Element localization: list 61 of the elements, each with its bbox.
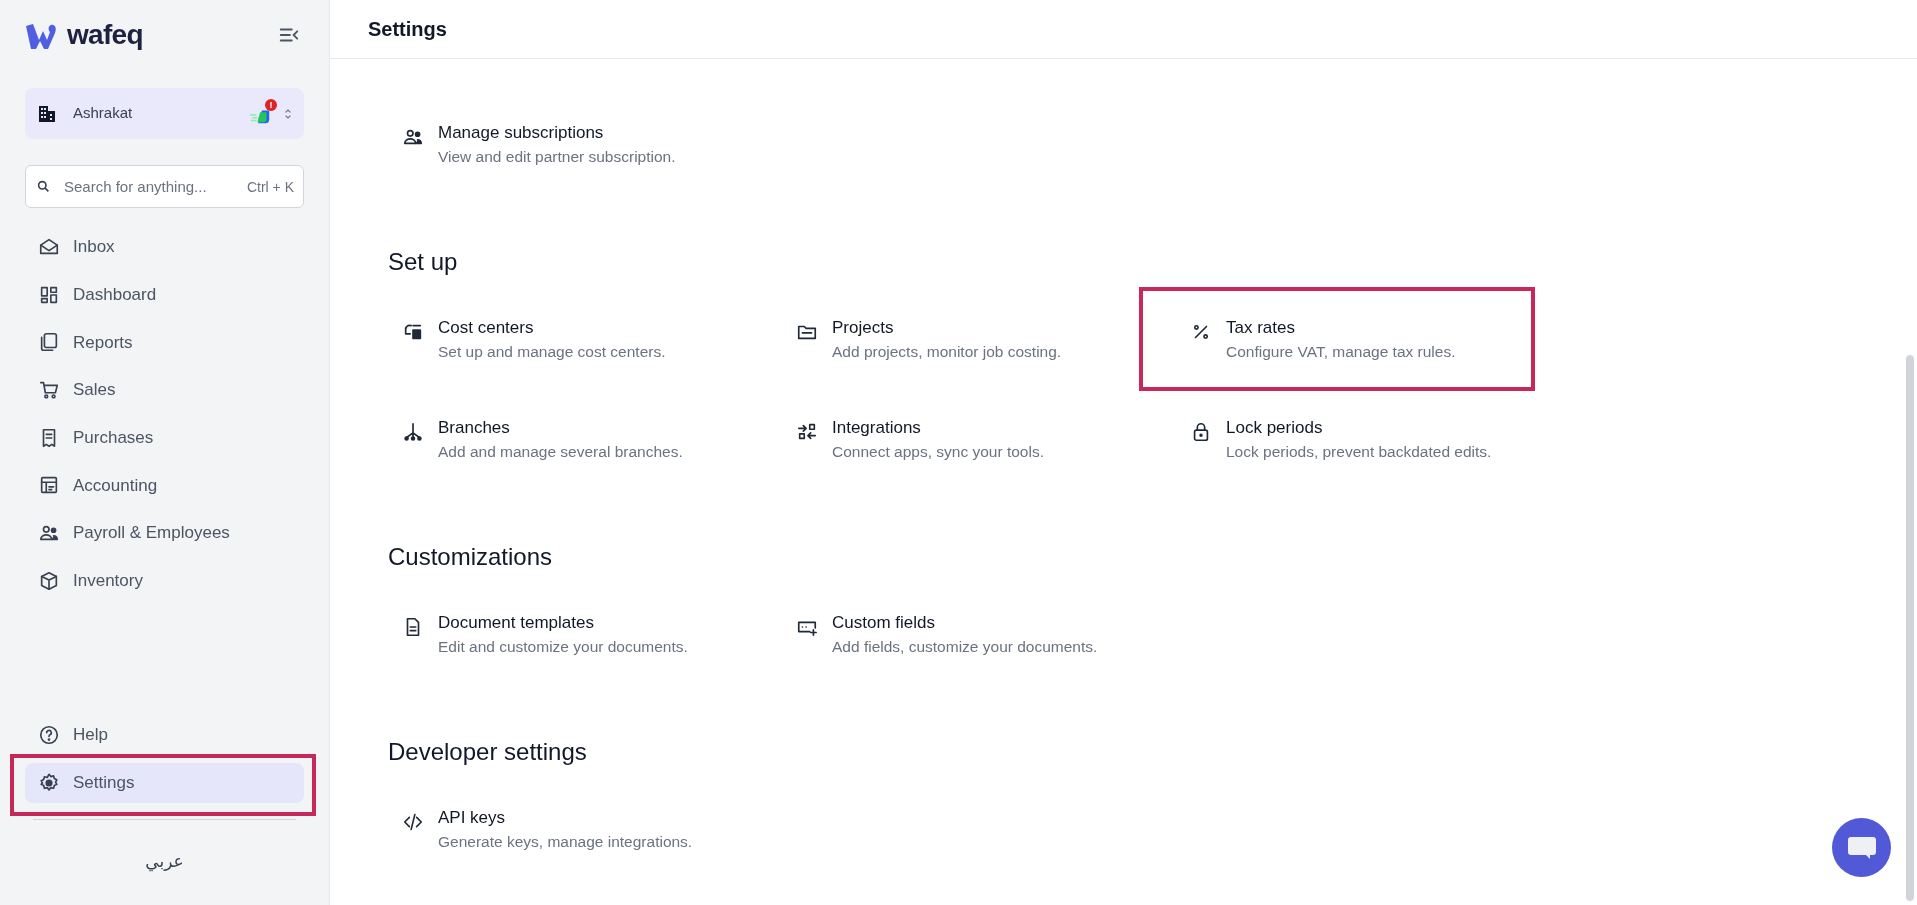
settings-item[interactable]: Manage subscriptions View and edit partner subscription. — [402, 122, 676, 167]
item-description: Generate keys, manage integrations. — [438, 832, 693, 852]
documents-icon — [38, 331, 60, 354]
item-description: Edit and customize your documents. — [438, 637, 688, 657]
settings-item[interactable]: Lock periods Lock periods, prevent backdated edits. — [1190, 417, 1492, 462]
branches-icon — [402, 421, 424, 443]
nav-item[interactable]: Reports — [25, 322, 304, 363]
page-title: Settings — [368, 17, 447, 42]
shortcut-hint: Ctrl + K — [246, 178, 294, 197]
company-name: Ashrakat — [73, 103, 134, 124]
settings-item[interactable]: API keys Generate keys, manage integrations. — [402, 807, 693, 852]
nav-item[interactable]: Purchases — [25, 417, 304, 458]
item-title: Integrations — [832, 417, 922, 439]
item-title: Projects — [832, 317, 895, 339]
item-description: Connect apps, sync your tools. — [832, 442, 1044, 462]
item-title: Branches — [438, 417, 511, 439]
nav-item[interactable]: Inbox — [25, 227, 304, 267]
nav-item[interactable]: Dashboard — [25, 274, 304, 315]
settings-item[interactable]: Custom fields Add fields, customize your documents. — [796, 612, 1098, 657]
item-title: Tax rates — [1226, 317, 1296, 339]
item-description: Set up and manage cost centers. — [438, 342, 666, 362]
nav-item[interactable]: Accounting — [25, 465, 304, 506]
settings-item[interactable]: Cost centers Set up and manage cost centers. — [402, 317, 666, 362]
nav-item[interactable]: Payroll & Employees — [25, 513, 304, 554]
item-title: API keys — [438, 807, 507, 829]
item-description: Configure VAT, manage tax rules. — [1226, 342, 1456, 362]
settings-item[interactable]: Projects Add projects, monitor job costing. — [796, 317, 1062, 362]
cart-icon — [38, 379, 60, 402]
nav-item[interactable]: Inventory — [25, 560, 304, 601]
nav-item[interactable]: Sales — [25, 370, 304, 411]
company-switcher[interactable]: Ashrakat ! — [25, 88, 304, 139]
building-icon — [37, 103, 57, 124]
item-description: Lock periods, prevent backdated edits. — [1226, 442, 1492, 462]
section-title: Developer settings — [388, 737, 588, 767]
alert-badge: ! — [265, 98, 277, 111]
settings-item[interactable]: Integrations Connect apps, sync your tools. — [796, 417, 1044, 462]
item-description: Add and manage several branches. — [438, 442, 683, 462]
section-title: Set up — [388, 247, 459, 277]
nav-item[interactable]: Help — [25, 714, 304, 755]
settings-icon — [38, 771, 60, 794]
item-description: Add projects, monitor job costing. — [832, 342, 1062, 362]
language-link[interactable]: عربي — [145, 848, 184, 874]
search-icon — [37, 180, 50, 193]
item-description: Add fields, customize your documents. — [832, 637, 1098, 657]
settings-item[interactable]: Tax rates Configure VAT, manage tax rules. — [1190, 317, 1456, 362]
item-title: Custom fields — [832, 612, 936, 634]
item-title: Document templates — [438, 612, 595, 634]
scrollbar-thumb[interactable] — [1906, 355, 1914, 901]
code-icon — [402, 811, 424, 833]
item-description: View and edit partner subscription. — [438, 147, 676, 167]
brand-name: wafeq — [67, 21, 143, 49]
settings-item[interactable]: Document templates Edit and customize your documents. — [402, 612, 688, 657]
help-icon — [38, 723, 60, 746]
chat-bubble-icon — [1846, 834, 1877, 861]
item-title: Manage subscriptions — [438, 122, 605, 144]
settings-item[interactable]: Branches Add and manage several branches. — [402, 417, 683, 462]
box-icon — [38, 569, 60, 592]
item-title: Lock periods — [1226, 417, 1324, 439]
item-title: Cost centers — [438, 317, 535, 339]
section-title: Customizations — [388, 542, 554, 572]
nav-item[interactable]: Settings — [25, 762, 304, 803]
